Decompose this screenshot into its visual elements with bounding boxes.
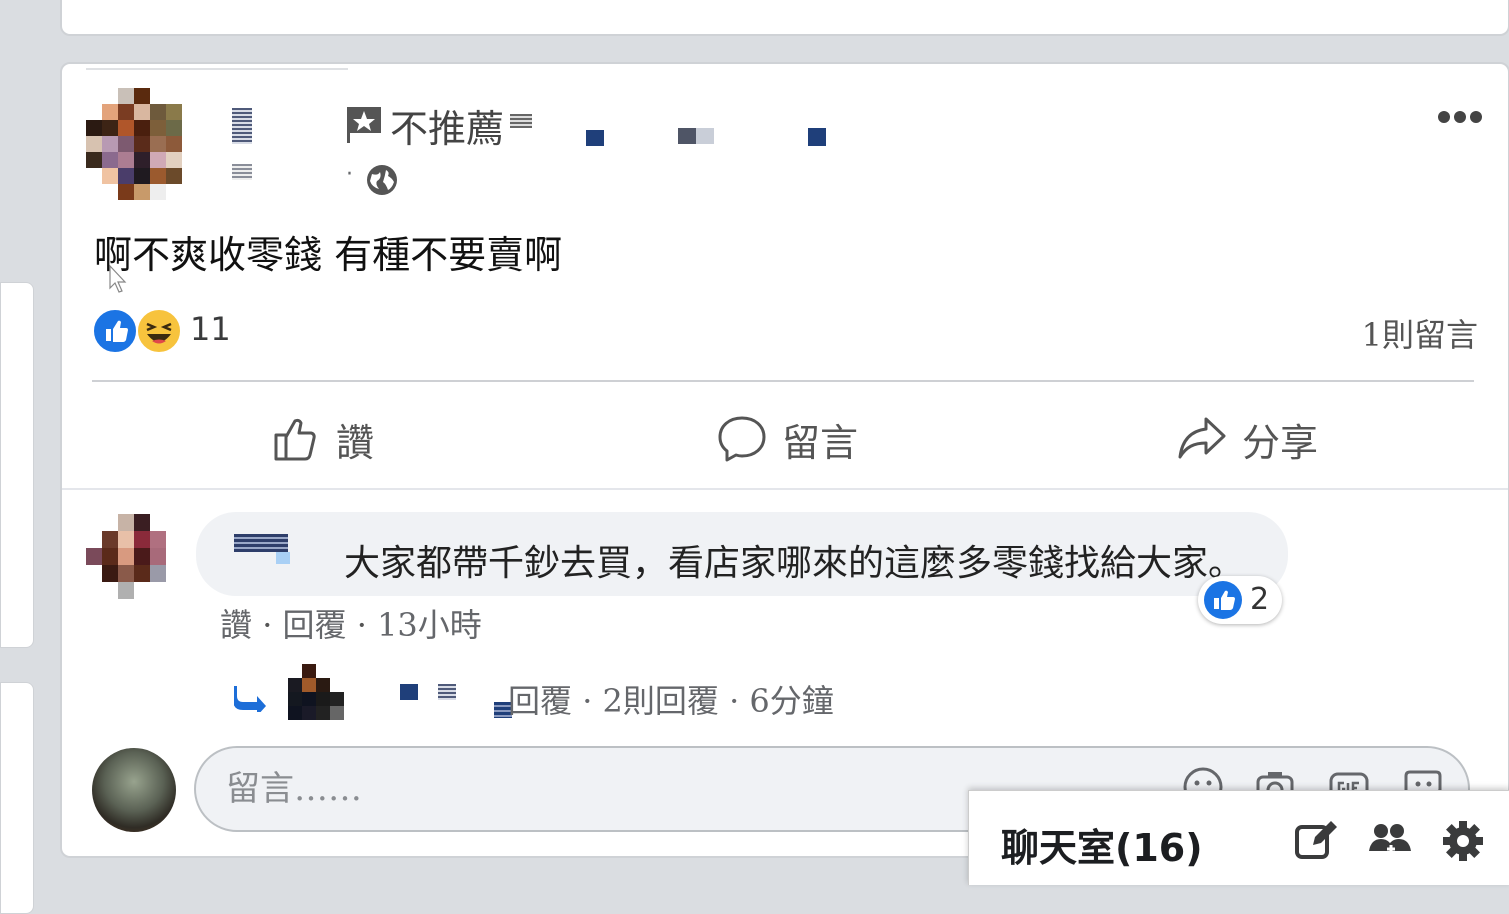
comment-button[interactable]: 留言 (716, 404, 858, 474)
author-avatar[interactable] (86, 88, 198, 200)
comment-bubble: 大家都帶千鈔去買，看店家哪來的這麼多零錢找給大家。 (196, 512, 1288, 596)
comment-reply-link[interactable]: 回覆 (283, 606, 347, 644)
chat-bar[interactable]: 聊天室(16) (968, 790, 1509, 885)
reply-time[interactable]: 6分鐘 (749, 682, 833, 720)
haha-reaction-icon[interactable] (136, 308, 182, 354)
comment-reaction-badge[interactable]: 2 (1198, 576, 1282, 624)
blurred-reply-name (400, 684, 418, 700)
blurred-commenter-name (276, 552, 290, 564)
reaction-count[interactable]: 11 (190, 310, 231, 348)
like-reaction-icon (1204, 581, 1242, 619)
comment-count-link[interactable]: 1則留言 (1362, 310, 1478, 356)
blurred-meta (232, 164, 252, 180)
page-tag-label[interactable]: 不推薦 (390, 98, 504, 153)
settings-icon[interactable] (1441, 819, 1485, 863)
post-card: 不推薦 · 啊不爽收零錢 有種不要賣啊 11 1則留言 讚 留言 分享 大家都帶… (60, 62, 1509, 858)
like-button[interactable]: 讚 (270, 404, 374, 474)
comment-icon (718, 416, 766, 462)
view-replies-link[interactable]: 2則回覆 (603, 682, 719, 720)
blurred-text (808, 128, 826, 146)
separator: · (718, 682, 750, 720)
chat-label[interactable]: 聊天室(16) (1001, 817, 1203, 872)
separator: · (572, 682, 603, 720)
reply-summary-reply-link[interactable]: 回覆 (508, 682, 572, 720)
like-button-label: 讚 (336, 420, 375, 465)
comment-like-link[interactable]: 讚 (220, 606, 252, 644)
comment-reaction-count: 2 (1250, 582, 1270, 617)
comment-time[interactable]: 13小時 (377, 606, 482, 644)
reply-avatar[interactable] (288, 664, 344, 720)
comment-button-label: 留言 (782, 420, 859, 465)
group-icon[interactable] (1367, 819, 1411, 863)
comment-text: 大家都帶千鈔去買，看店家哪來的這麼多零錢找給大家。 (344, 543, 1245, 584)
compose-icon[interactable] (1293, 819, 1337, 863)
like-reaction-icon[interactable] (92, 308, 138, 354)
previous-post-card (60, 0, 1509, 36)
separator: · (252, 606, 283, 644)
share-icon (1178, 417, 1226, 459)
comment-meta: 讚 · 回覆 · 13小時 (220, 600, 482, 646)
cursor-icon (109, 264, 127, 293)
like-icon (274, 418, 316, 461)
meta-separator: · (346, 162, 353, 187)
blurred-text (586, 130, 604, 146)
divider (62, 488, 1508, 490)
share-button[interactable]: 分享 (1176, 404, 1318, 474)
left-panel-card-2 (0, 682, 34, 914)
blurred-commenter-name[interactable] (234, 534, 288, 552)
reply-arrow-icon (234, 686, 266, 712)
top-rule (86, 68, 348, 70)
share-button-label: 分享 (1242, 420, 1319, 465)
separator: · (346, 606, 378, 644)
post-text: 啊不爽收零錢 有種不要賣啊 (94, 233, 563, 277)
commenter-avatar[interactable] (86, 514, 178, 600)
reply-summary: 回覆 · 2則回覆 · 6分鐘 (508, 676, 834, 722)
left-panel-card (0, 282, 34, 648)
current-user-avatar[interactable] (92, 748, 176, 832)
globe-icon[interactable] (366, 164, 398, 196)
blurred-reply-name (438, 684, 456, 700)
blurred-text (678, 128, 714, 144)
divider (92, 380, 1474, 382)
flag-star-icon (347, 107, 381, 143)
blurred-text (510, 114, 532, 128)
more-icon[interactable] (1436, 108, 1484, 126)
blurred-name (232, 108, 252, 144)
